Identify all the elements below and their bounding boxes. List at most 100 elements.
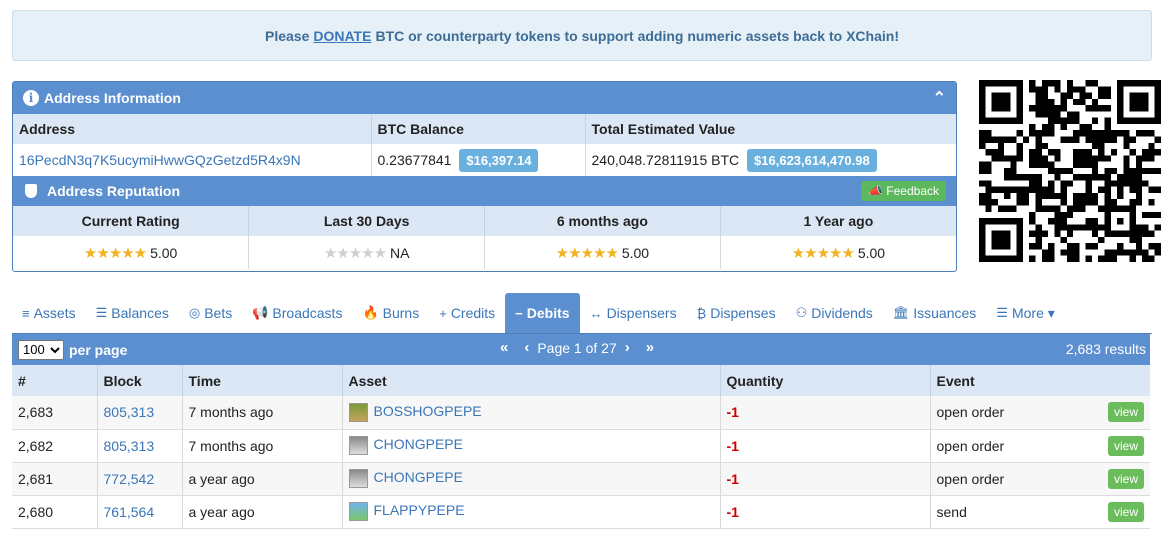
view-button[interactable]: view bbox=[1107, 501, 1144, 522]
tab-assets[interactable]: ≡ Assets bbox=[12, 293, 86, 333]
row-num: 2,680 bbox=[12, 495, 98, 529]
rating-stars-icon: ★★★★★ bbox=[555, 244, 619, 262]
qr-code-icon bbox=[979, 80, 1161, 262]
database-icon: ≡ bbox=[22, 305, 30, 321]
col-header-num: # bbox=[12, 365, 98, 396]
btc-balance-header: BTC Balance bbox=[371, 114, 586, 144]
tab-bar: ≡ Assets ☰ Balances ◎ Bets 📢 Broadcasts 🔥 Bur… bbox=[12, 293, 1152, 334]
row-num: 2,683 bbox=[12, 396, 98, 430]
address-info-panel: i Address Information ⌃ Address BTC Bala… bbox=[12, 81, 957, 272]
block-link[interactable]: 805,313 bbox=[104, 438, 155, 454]
view-button[interactable]: view bbox=[1107, 468, 1144, 489]
asset-link[interactable]: CHONGPEPE bbox=[374, 469, 463, 485]
asset-link[interactable]: CHONGPEPE bbox=[374, 436, 463, 452]
row-time: a year ago bbox=[182, 495, 343, 529]
tab-burns[interactable]: 🔥 Burns bbox=[352, 293, 429, 333]
row-event: send bbox=[936, 503, 967, 520]
block-link[interactable]: 761,564 bbox=[104, 504, 155, 520]
tab-label: Debits bbox=[526, 305, 570, 321]
row-num: 2,682 bbox=[12, 429, 98, 463]
row-time: a year ago bbox=[182, 462, 343, 496]
rating-value: 5.00 bbox=[621, 244, 650, 261]
tab-dispenses[interactable]: ₿ Dispenses bbox=[687, 293, 786, 333]
row-quantity: -1 bbox=[720, 462, 931, 496]
address-info-title: Address Information bbox=[44, 90, 181, 106]
rating-stars-icon: ★★★★★ bbox=[791, 244, 855, 262]
first-page-icon[interactable]: « bbox=[500, 339, 508, 356]
col-header-quantity: Quantity bbox=[720, 365, 931, 396]
row-quantity: -1 bbox=[720, 396, 931, 430]
row-event: open order bbox=[936, 470, 1005, 487]
tab-label: Assets bbox=[33, 305, 76, 321]
block-link[interactable]: 805,313 bbox=[104, 404, 155, 420]
btc-balance-value: 0.23677841 bbox=[377, 151, 452, 168]
info-icon: i bbox=[23, 90, 39, 106]
plus-icon: + bbox=[439, 305, 447, 321]
rating-header-30d: Last 30 Days bbox=[248, 206, 485, 236]
feedback-button[interactable]: 📣 Feedback bbox=[861, 181, 946, 201]
rating-value: 5.00 bbox=[150, 244, 178, 261]
row-event: open order bbox=[936, 404, 1005, 421]
col-header-event: Event bbox=[930, 365, 1150, 396]
list-icon: ☰ bbox=[996, 305, 1008, 320]
tab-credits[interactable]: + Credits bbox=[429, 293, 505, 333]
tab-more[interactable]: ☰ More ▾ bbox=[986, 293, 1064, 333]
row-event: open order bbox=[936, 437, 1005, 454]
total-value-header: Total Estimated Value bbox=[585, 114, 956, 144]
row-time: 7 months ago bbox=[182, 429, 343, 463]
rating-stars-icon: ★★★★★ bbox=[323, 244, 387, 262]
page-indicator: Page 1 of 27 bbox=[537, 339, 617, 356]
tab-label: Burns bbox=[382, 305, 420, 321]
prev-page-icon[interactable]: ‹ bbox=[524, 339, 529, 356]
address-link[interactable]: 16PecdN3q7K5ucymiHwwGQzGetzd5R4x9N bbox=[19, 152, 301, 168]
next-page-icon[interactable]: › bbox=[625, 339, 630, 356]
col-header-asset: Asset bbox=[342, 365, 721, 396]
per-page-label: per page bbox=[69, 341, 128, 358]
asset-thumbnail bbox=[348, 402, 368, 422]
tab-dispensers[interactable]: ↔ Dispensers bbox=[580, 293, 687, 333]
tab-debits[interactable]: − Debits bbox=[505, 293, 580, 333]
asset-thumbnail bbox=[348, 502, 368, 521]
list-icon: ☰ bbox=[95, 305, 108, 320]
total-value: 240,048.72811915 BTC bbox=[591, 151, 740, 168]
table-row: 2,680 761,564 a year ago FLAPPYPEPE -1 s… bbox=[12, 495, 1150, 529]
table-row: 2,681 772,542 a year ago CHONGPEPE -1 op… bbox=[12, 462, 1150, 496]
reputation-title: Address Reputation bbox=[47, 183, 181, 199]
tab-label: Dispenses bbox=[710, 305, 776, 321]
address-table: Address BTC Balance Total Estimated Valu… bbox=[13, 114, 956, 176]
address-info-header[interactable]: i Address Information ⌃ bbox=[13, 82, 956, 114]
btc-usd-badge: $16,397.14 bbox=[459, 148, 539, 172]
asset-link[interactable]: BOSSHOGPEPE bbox=[374, 403, 482, 419]
rating-header-1y: 1 Year ago bbox=[720, 206, 956, 236]
table-row: 2,683 805,313 7 months ago BOSSHOGPEPE -… bbox=[12, 396, 1150, 430]
block-link[interactable]: 772,542 bbox=[104, 471, 155, 487]
view-button[interactable]: view bbox=[1107, 435, 1144, 456]
arrows-horizontal-icon: ↔ bbox=[589, 305, 603, 321]
sitemap-icon: ⚇ bbox=[795, 305, 808, 320]
bank-icon: 🏛 bbox=[892, 305, 910, 320]
shield-icon bbox=[25, 184, 37, 198]
rating-stars-icon: ★★★★★ bbox=[83, 244, 147, 262]
view-button[interactable]: view bbox=[1107, 402, 1144, 422]
col-header-block: Block bbox=[97, 365, 183, 396]
tab-issuances[interactable]: 🏛 Issuances bbox=[883, 293, 987, 333]
rating-header-current: Current Rating bbox=[13, 206, 250, 236]
per-page-select[interactable]: 100 bbox=[18, 339, 64, 360]
tab-dividends[interactable]: ⚇ Dividends bbox=[786, 293, 883, 333]
list-toolbar: 100 per page « ‹ Page 1 of 27 › » 2,683 … bbox=[12, 334, 1150, 365]
tab-broadcasts[interactable]: 📢 Broadcasts bbox=[242, 293, 352, 333]
donate-banner: Please DONATE BTC or counterparty tokens… bbox=[12, 10, 1152, 61]
row-num: 2,681 bbox=[12, 462, 98, 496]
last-page-icon[interactable]: » bbox=[646, 339, 654, 356]
tab-balances[interactable]: ☰ Balances bbox=[86, 293, 179, 333]
tab-bets[interactable]: ◎ Bets bbox=[179, 293, 242, 333]
asset-thumbnail bbox=[348, 436, 368, 455]
collapse-chevron-icon[interactable]: ⌃ bbox=[933, 88, 946, 108]
tab-label: Balances bbox=[111, 305, 169, 321]
donate-link[interactable]: DONATE bbox=[313, 28, 371, 44]
bitcoin-icon: ₿ bbox=[696, 305, 707, 321]
table-row: 2,682 805,313 7 months ago CHONGPEPE -1 … bbox=[12, 429, 1150, 463]
row-quantity: -1 bbox=[720, 429, 931, 463]
asset-link[interactable]: FLAPPYPEPE bbox=[374, 502, 465, 518]
reputation-header: Address Reputation 📣 Feedback bbox=[13, 176, 956, 206]
